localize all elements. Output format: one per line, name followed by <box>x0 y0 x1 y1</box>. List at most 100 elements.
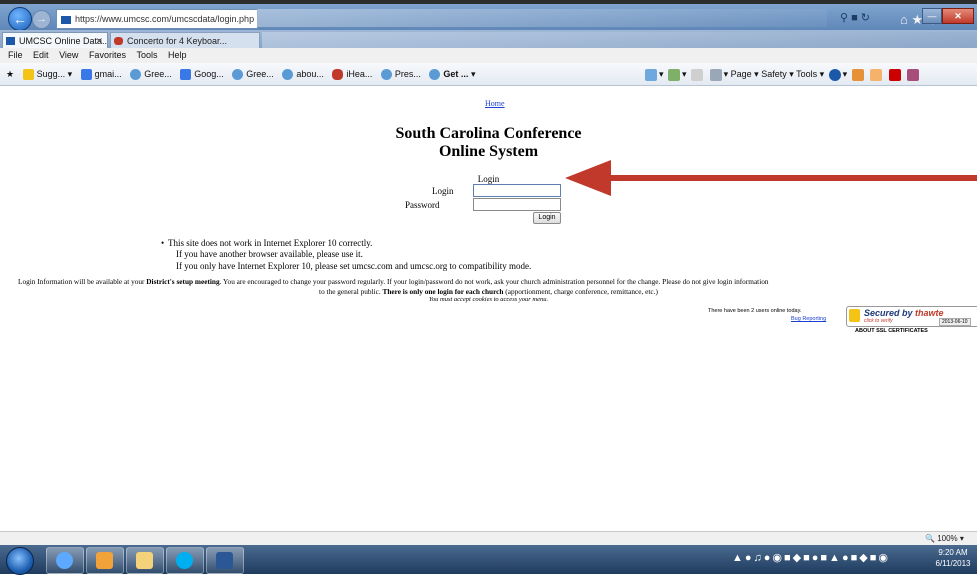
print-icon[interactable] <box>709 68 722 81</box>
outlook-icon <box>96 552 113 569</box>
address-tools[interactable]: ⚲■↻ <box>840 11 873 24</box>
ie-page-icon <box>429 69 441 81</box>
ie10-notice-line-2: If you have another browser available, p… <box>176 249 363 259</box>
menu-view[interactable]: View <box>59 50 78 60</box>
page-menu[interactable]: Page ▾ <box>731 69 759 79</box>
ssl-date: 2013-06-10 <box>939 318 971 326</box>
fav-item-google[interactable]: Goog... <box>180 63 224 85</box>
onenote-icon[interactable] <box>907 68 920 81</box>
close-window-button[interactable]: ✕ <box>942 8 974 24</box>
thawte-brand: thawte <box>915 308 944 318</box>
minimize-button[interactable]: — <box>922 8 942 24</box>
address-bar-background <box>257 9 827 27</box>
suggested-sites-icon <box>22 69 34 81</box>
internet-explorer-icon <box>56 552 73 569</box>
fav-item-gmail[interactable]: gmai... <box>80 63 122 85</box>
iheart-favicon-icon <box>114 37 123 45</box>
search-icon[interactable]: ⚲ <box>840 12 851 24</box>
safety-menu[interactable]: Safety ▾ <box>761 69 794 79</box>
tab-concerto[interactable]: Concerto for 4 Keyboar... <box>110 32 260 48</box>
ie10-notice-line-1: • This site does not work in Internet Ex… <box>161 238 373 248</box>
feeds-icon[interactable] <box>668 68 681 81</box>
taskbar-ie-button[interactable] <box>46 547 84 574</box>
favorites-star-icon[interactable]: ★ <box>6 63 14 85</box>
fav-item-pres[interactable]: Pres... <box>380 63 421 85</box>
clock-date[interactable]: 6/11/2013 <box>932 559 974 568</box>
fav-item-get[interactable]: Get ... ▾ <box>429 63 475 85</box>
taskbar-skype-button[interactable] <box>166 547 204 574</box>
back-button[interactable]: ← <box>8 7 32 31</box>
fav-item-suggested[interactable]: Sugg... ▾ <box>22 63 72 85</box>
window-controls: — ✕ <box>922 8 974 24</box>
pen-icon[interactable] <box>870 68 883 81</box>
home-link[interactable]: Home <box>485 99 505 108</box>
home-icon[interactable] <box>645 68 657 81</box>
zoom-control[interactable]: 🔍 100% ▾ <box>925 534 964 543</box>
menu-file[interactable]: File <box>8 50 23 60</box>
login-info-text: Login Information will be available at y… <box>18 277 769 286</box>
system-tray[interactable]: ▲●♫●◉■◆■●■▲●■◆■◉ <box>732 551 922 569</box>
clock-time[interactable]: 9:20 AM <box>932 548 974 557</box>
login-info-text-2: to the general public. There is only one… <box>319 287 658 296</box>
command-bar: ▾ ▾ ▾ Page ▾ Safety ▾ Tools ▾ ▾ <box>643 63 921 85</box>
red-arrow-annotation-icon <box>565 160 977 196</box>
about-ssl-link[interactable]: ABOUT SSL CERTIFICATES <box>855 328 928 334</box>
site-favicon-icon <box>61 15 71 24</box>
pdf-icon[interactable] <box>888 68 901 81</box>
ie-page-icon <box>130 69 142 81</box>
menu-favorites[interactable]: Favorites <box>89 50 126 60</box>
addon-icon[interactable] <box>851 68 864 81</box>
windows-taskbar: ▲●♫●◉■◆■●■▲●■◆■◉ 9:20 AM 6/11/2013 <box>0 545 977 575</box>
skype-icon <box>176 552 193 569</box>
ie10-notice-line-3: If you only have Internet Explorer 10, p… <box>176 261 532 271</box>
mail-icon[interactable] <box>691 68 704 81</box>
menu-help[interactable]: Help <box>168 50 187 60</box>
password-input[interactable] <box>473 198 561 211</box>
menu-bar: File Edit View Favorites Tools Help <box>0 48 977 63</box>
tab-row-background <box>262 32 977 48</box>
close-tab-icon[interactable]: ✕ <box>95 33 103 48</box>
google-icon <box>180 69 192 81</box>
refresh-icon[interactable]: ↻ <box>861 12 873 24</box>
taskbar-explorer-button[interactable] <box>126 547 164 574</box>
ssl-seal[interactable]: Secured by thawte click to verify 2013-0… <box>846 306 977 327</box>
address-bar[interactable]: https://www.umcsc.com/umcscdata/login.ph… <box>56 9 258 29</box>
tools-menu[interactable]: Tools ▾ <box>796 69 824 79</box>
menu-edit[interactable]: Edit <box>33 50 49 60</box>
fav-item-iheart[interactable]: iHea... <box>332 63 372 85</box>
bullet-icon: • <box>161 238 165 248</box>
ssl-secured-text: Secured by thawte <box>864 308 944 318</box>
lock-icon <box>849 309 860 322</box>
address-url: https://www.umcsc.com/umcscdata/login.ph… <box>75 14 255 24</box>
folder-icon <box>136 552 153 569</box>
taskbar-outlook-button[interactable] <box>86 547 124 574</box>
google-icon <box>80 69 92 81</box>
bug-reporting-link[interactable]: Bug Reporting <box>791 316 826 322</box>
start-button[interactable] <box>6 547 34 575</box>
fav-item-green-2[interactable]: Gree... <box>232 63 274 85</box>
page-title-line-1: South Carolina Conference <box>395 125 582 142</box>
browser-titlebar: ← → https://www.umcsc.com/umcscdata/logi… <box>0 4 977 31</box>
home-icon[interactable]: ⌂ <box>900 12 908 27</box>
menu-tools[interactable]: Tools <box>136 50 157 60</box>
taskbar-word-button[interactable] <box>206 547 244 574</box>
umcsc-favicon-icon <box>6 37 15 45</box>
one-login-emphasis: There is only one login for each church <box>382 287 504 296</box>
forward-button[interactable]: → <box>32 10 51 29</box>
login-button[interactable]: Login <box>533 212 561 224</box>
word-icon <box>216 552 233 569</box>
tab-umcsc[interactable]: UMCSC Online Data... ✕ <box>2 32 108 48</box>
ie-page-icon <box>282 69 294 81</box>
help-icon[interactable] <box>828 68 841 81</box>
login-input[interactable] <box>473 184 561 197</box>
lock-icon[interactable]: ■ <box>851 12 861 24</box>
iheart-icon <box>332 69 344 81</box>
ssl-verify-text: click to verify <box>864 318 893 324</box>
login-label: Login <box>432 186 454 196</box>
password-label: Password <box>405 200 440 210</box>
cookies-note: You must accept cookies to access your m… <box>428 296 549 303</box>
fav-item-about[interactable]: abou... <box>282 63 324 85</box>
ie-page-icon <box>380 69 392 81</box>
fav-item-green-1[interactable]: Gree... <box>130 63 172 85</box>
tab-row: UMCSC Online Data... ✕ Concerto for 4 Ke… <box>0 30 977 48</box>
